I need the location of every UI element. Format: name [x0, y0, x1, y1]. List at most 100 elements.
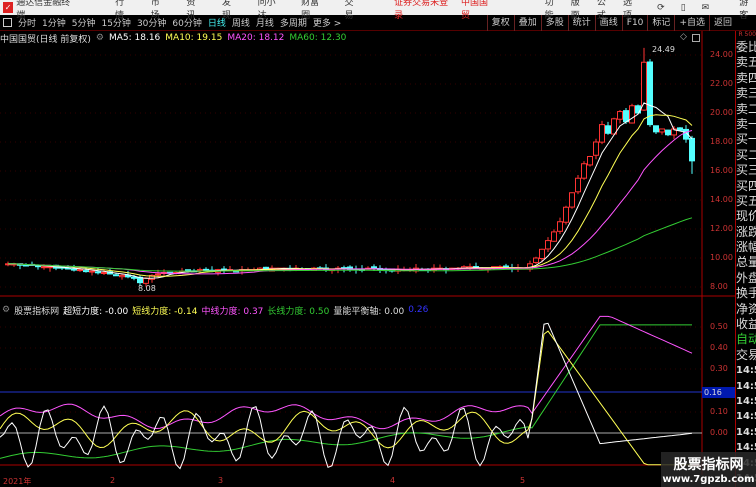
candle-body	[83, 270, 89, 273]
mid-value: 中线力度: 0.37	[201, 306, 264, 317]
price-axis-label: 14.00	[710, 195, 733, 204]
date-label: 2021年	[3, 477, 32, 486]
candle-body	[539, 248, 545, 260]
indicator-axis-label: 0.40	[710, 343, 728, 353]
date-label: 2	[110, 476, 116, 485]
candle-body	[581, 163, 587, 179]
quote-header: R 500	[738, 31, 756, 38]
price-axis-label: 20.00	[710, 108, 733, 117]
candle-body	[113, 274, 119, 277]
quote-panel-item: 涨跌	[736, 224, 756, 239]
ma20-line	[8, 130, 693, 275]
candle-body	[71, 268, 77, 271]
candle-body	[587, 156, 593, 166]
price-axis-label: 12.00	[710, 224, 733, 233]
candle-body	[101, 272, 107, 274]
watermark-title: 股票指标网	[673, 457, 744, 473]
quote-panel-item: 14:50	[736, 380, 756, 392]
candle-body	[659, 128, 665, 133]
indicator-settings-icon[interactable]: ⚙	[2, 305, 10, 315]
indicator-axis-label: 0.30	[710, 364, 728, 374]
ma60-line	[8, 217, 693, 272]
quote-panel-item: 卖二	[736, 101, 756, 116]
candle-body	[545, 240, 551, 250]
price-axis-label: 8.00	[710, 282, 728, 291]
date-label: 4	[390, 476, 396, 485]
candle-body	[533, 257, 539, 263]
indicator-axis-label: 0.50	[710, 322, 728, 331]
candle-body	[557, 221, 563, 232]
candle-body	[77, 269, 83, 272]
indicator-axis-label: 0.10	[710, 406, 728, 416]
candle-body	[629, 105, 635, 124]
quote-panel-item: 现价	[736, 209, 756, 224]
candle-body	[371, 266, 377, 269]
candle-body	[605, 125, 611, 134]
extra-value: 0.26	[408, 305, 429, 315]
candle-body	[119, 274, 125, 278]
ma10-line	[8, 114, 693, 277]
short-value: 短线力度: -0.14	[132, 306, 198, 317]
candle-body	[599, 124, 605, 143]
candle-body	[23, 264, 29, 267]
long-value: 长线力度: 0.50	[267, 306, 330, 317]
candle-body	[677, 127, 683, 131]
watermark: 股票指标网 www.7gpzb.com	[661, 452, 756, 487]
quote-panel-item: 买五	[736, 193, 756, 208]
candle-body	[653, 125, 659, 133]
candle-body	[143, 277, 149, 284]
candle-body	[665, 129, 671, 136]
super-short-value: 超短力度: -0.00	[63, 306, 129, 317]
date-label: 5	[520, 476, 526, 485]
quote-panel-item: 外盘	[736, 270, 756, 285]
candle-body	[575, 177, 581, 193]
quote-panel-item: 净资	[736, 301, 756, 316]
price-axis-label: 18.00	[710, 137, 733, 146]
candle-body	[95, 271, 101, 274]
candle-body	[47, 266, 53, 269]
price-axis-label: 22.00	[710, 79, 733, 88]
quote-panel-item: 买四	[736, 178, 756, 193]
date-label: 3	[218, 476, 224, 485]
low-annotation: 8.08	[138, 284, 156, 293]
price-chart[interactable]	[0, 0, 756, 487]
quote-panel-item: 卖五	[736, 55, 756, 70]
quote-panel-item: 卖三	[736, 86, 756, 101]
quote-panel-item: 总量	[736, 255, 756, 270]
candle-body	[569, 192, 575, 208]
candle-body	[41, 266, 47, 269]
quote-panel-item: 14:50	[736, 426, 756, 438]
candle-body	[563, 206, 569, 223]
candle-body	[197, 269, 203, 272]
quote-panel: R 500 委比卖五卖四卖三卖二卖一买一买二买三买四买五现价涨跌涨幅总量外盘换手…	[735, 31, 756, 487]
quote-panel-item: 卖一	[736, 116, 756, 131]
quote-panel-item: 买二	[736, 147, 756, 162]
quote-panel-item: 14:50	[736, 395, 756, 407]
price-axis-label: 16.00	[710, 166, 733, 175]
candle-body	[593, 141, 599, 156]
indicator-axis-label: 0.00	[710, 428, 728, 437]
balance-value: 量能平衡轴: 0.00	[333, 306, 405, 317]
price-axis-label: 24.00	[710, 50, 733, 59]
quote-panel-item: 委比	[736, 40, 756, 54]
indicator-info: ⚙ 股票指标网 超短力度: -0.00 短线力度: -0.14 中线力度: 0.…	[0, 303, 432, 317]
quote-panel-item: 换手	[736, 286, 756, 301]
quote-panel-item: 买一	[736, 132, 756, 147]
candle-body	[551, 231, 557, 242]
candle-body	[689, 137, 695, 162]
high-annotation: 24.49	[652, 45, 675, 54]
quote-panel-item: 涨幅	[736, 240, 756, 255]
indicator-name[interactable]: 股票指标网	[14, 304, 59, 317]
ma5-line	[8, 102, 693, 279]
candle-body	[617, 111, 623, 120]
candle-body	[155, 273, 161, 276]
indicator-marker: 0.16	[702, 387, 735, 398]
quote-panel-item: 14:50	[736, 365, 756, 377]
quote-panel-item: 收益	[736, 317, 756, 332]
quote-panel-item: 卖四	[736, 70, 756, 85]
watermark-url: www.7gpzb.com	[662, 474, 755, 485]
price-axis-label: 10.00	[710, 253, 733, 262]
candle-body	[89, 270, 95, 273]
candle-body	[131, 276, 137, 279]
quote-panel-item: 交易	[736, 347, 756, 362]
